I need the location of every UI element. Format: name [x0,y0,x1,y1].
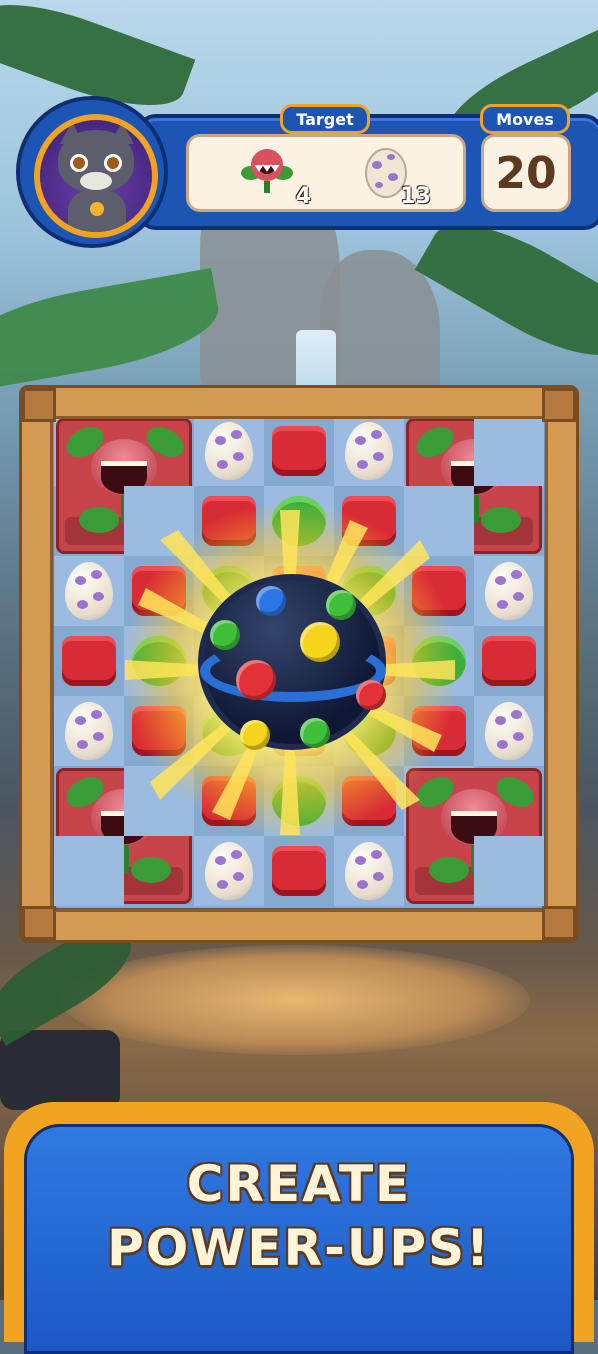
target-egg: 13 [361,143,431,209]
frame-corner [22,388,56,422]
target-panel: 4 13 [186,134,466,212]
yellow-knob [300,622,340,662]
frame-corner [22,906,56,940]
target-count: 13 [400,184,431,209]
promo-banner: CREATE POWER-UPS! [4,1102,594,1354]
green-knob [300,718,330,748]
promo-headline: CREATE POWER-UPS! [4,1152,594,1280]
dark-rock [0,1030,120,1110]
promo-line-2: POWER-UPS! [107,1219,491,1277]
target-tab: Target [280,104,370,134]
cat-avatar[interactable] [34,114,158,238]
target-flytrap: 4 [241,143,311,209]
cat-eye [104,154,122,172]
cat-eye [70,154,88,172]
red-knob [356,680,386,710]
red-knob [236,660,276,700]
green-knob [210,620,240,650]
frame-corner [542,388,576,422]
green-knob [326,590,356,620]
frame-corner [542,906,576,940]
avatar-frame [16,96,168,248]
cat-muzzle [80,172,112,190]
moves-counter: 20 [481,134,571,212]
moves-tab: Moves [480,104,570,134]
sand-patch [60,945,530,1055]
yellow-knob [240,720,270,750]
target-count: 4 [295,184,311,209]
palm-leaf [0,268,225,392]
flytrap-plant-icon [241,149,293,193]
blue-knob [256,586,286,616]
promo-line-1: CREATE [186,1155,412,1213]
hud-panel: Target Moves 4 13 20 [16,96,598,248]
bell-icon [90,202,104,216]
